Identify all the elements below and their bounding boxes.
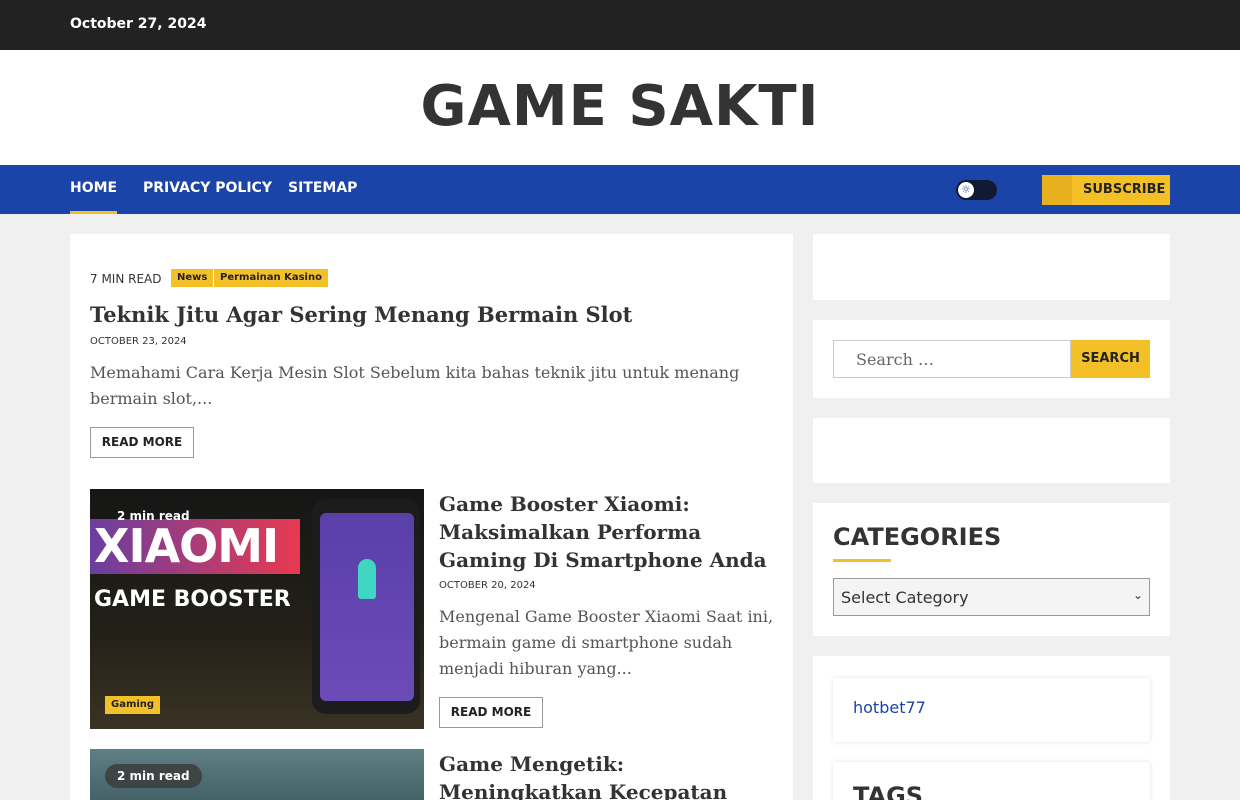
subscribe-icon [1042, 175, 1072, 205]
read-more-button[interactable]: READ MORE [439, 697, 543, 728]
subscribe-button[interactable]: SUBSCRIBE [1042, 175, 1170, 205]
tag-news[interactable]: News [171, 269, 214, 287]
read-time-badge: 2 min read [117, 509, 190, 523]
featured-read-time: 7 MIN READ [90, 272, 162, 286]
category-select[interactable]: Select Category ⌄ [833, 578, 1150, 616]
dark-mode-toggle[interactable]: ☼ [956, 180, 997, 200]
read-more-button[interactable]: READ MORE [90, 427, 194, 458]
post-date-text: OCTOBER 20, 2024 [439, 580, 536, 591]
post-excerpt: Mengenal Game Booster Xiaomi Saat ini, b… [439, 607, 774, 678]
current-date: October 27, 2024 [70, 16, 207, 32]
tags-title: TAGS [853, 782, 924, 800]
post-title[interactable]: Game Booster Xiaomi: Maksimalkan Perform… [439, 490, 779, 574]
sidebar-widget-empty [813, 234, 1170, 300]
site-title[interactable]: GAME SAKTI [0, 74, 1240, 139]
sun-icon: ☼ [958, 182, 974, 198]
chevron-down-icon: ⌄ [1132, 588, 1143, 602]
featured-post-excerpt: Memahami Cara Kerja Mesin Slot Sebelum k… [90, 363, 740, 408]
tag-permainan-kasino[interactable]: Permainan Kasino [214, 269, 328, 287]
post-date: OCTOBER 20, 2024 [439, 580, 536, 591]
featured-post-date-text: OCTOBER 23, 2024 [90, 336, 187, 347]
sidebar-link-hotbet77[interactable]: hotbet77 [853, 698, 926, 717]
nav-item-privacy-policy[interactable]: PRIVACY POLICY [143, 180, 272, 196]
read-time-badge: 2 min read [105, 764, 202, 788]
thumbnail-subtext: GAME BOOSTER [94, 587, 291, 612]
masthead: GAME SAKTI [0, 50, 1240, 165]
categories-title: CATEGORIES [833, 523, 1002, 562]
search-button[interactable]: SEARCH [1071, 340, 1150, 378]
featured-post-date: OCTOBER 23, 2024 [90, 336, 187, 347]
top-bar: October 27, 2024 [0, 0, 1240, 50]
post-title[interactable]: Game Mengetik: Meningkatkan Kecepatan Me… [439, 750, 779, 800]
nav-item-sitemap[interactable]: SITEMAP [288, 180, 357, 196]
subscribe-label: SUBSCRIBE [1083, 182, 1166, 197]
featured-post-title[interactable]: Teknik Jitu Agar Sering Menang Bermain S… [90, 302, 632, 327]
nav-item-home[interactable]: HOME [70, 180, 118, 214]
sidebar-widget-empty [813, 418, 1170, 483]
search-input[interactable]: Search … [833, 340, 1071, 378]
phone-screen [320, 513, 414, 701]
category-select-value: Select Category [841, 588, 969, 607]
category-badge-gaming[interactable]: Gaming [105, 696, 161, 714]
rocket-icon [358, 559, 376, 599]
